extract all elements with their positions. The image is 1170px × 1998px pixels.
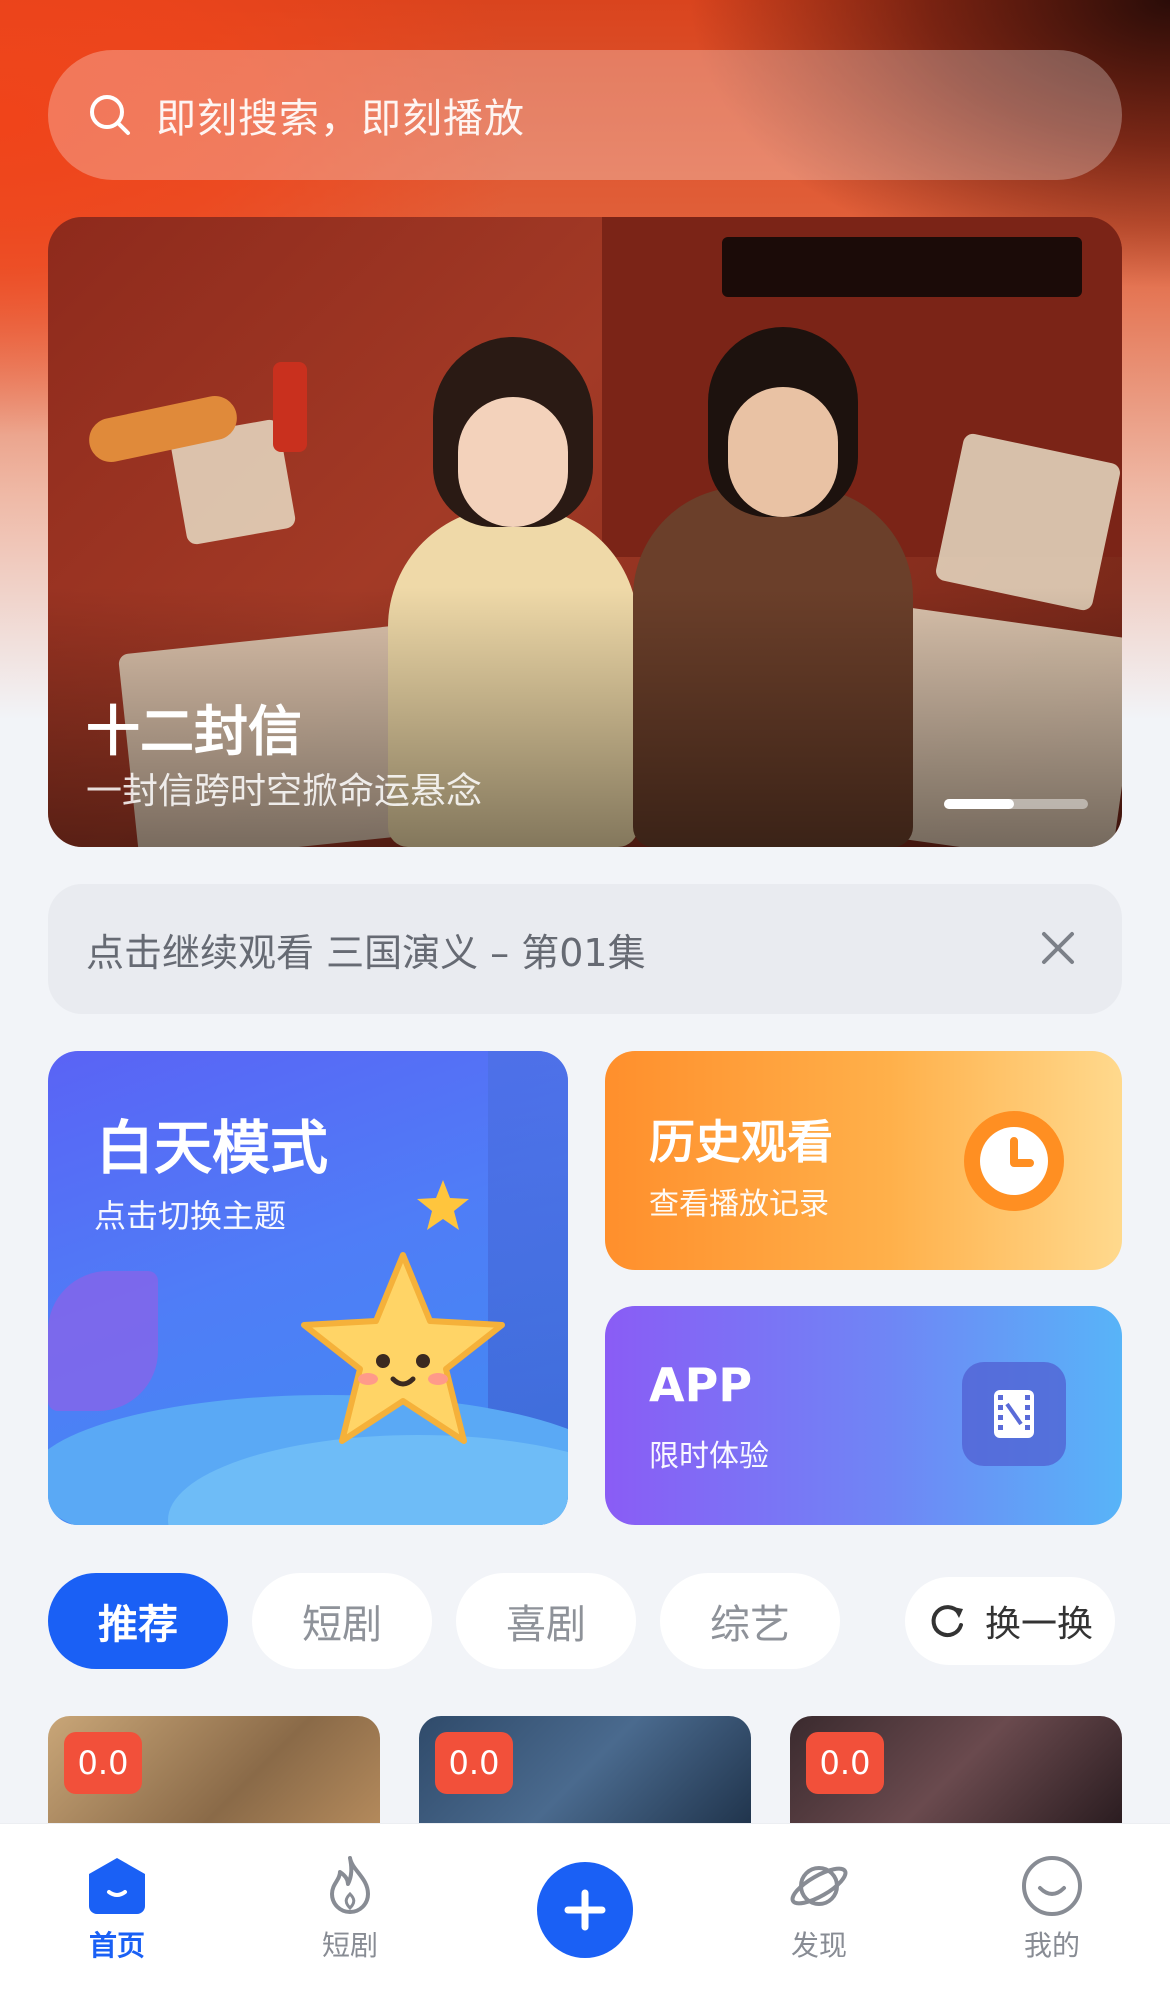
app-card-title: APP <box>649 1358 753 1412</box>
tabbar-profile[interactable]: 我的 <box>992 1854 1112 1964</box>
banner-title: 十二封信 <box>86 700 302 763</box>
category-tabs: 推荐 短剧 喜剧 综艺 换一换 <box>48 1573 1122 1669</box>
search-bar[interactable]: 即刻搜索，即刻播放 <box>48 50 1122 180</box>
score-badge: 0.0 <box>64 1732 142 1794</box>
tab-variety[interactable]: 综艺 <box>660 1573 840 1669</box>
tab-short-drama[interactable]: 短剧 <box>252 1573 432 1669</box>
tab-recommend[interactable]: 推荐 <box>48 1573 228 1669</box>
tab-comedy[interactable]: 喜剧 <box>456 1573 636 1669</box>
banner-image-window <box>722 237 1082 297</box>
home-icon <box>89 1858 145 1914</box>
content-card[interactable]: 0.0 <box>419 1716 751 1826</box>
close-icon[interactable] <box>1034 924 1082 972</box>
history-card[interactable]: 历史观看 查看播放记录 <box>605 1051 1122 1270</box>
history-card-title: 历史观看 <box>649 1115 833 1169</box>
banner-image-paper <box>934 432 1122 612</box>
small-star-icon <box>417 1180 469 1230</box>
bottom-tab-bar: 首页 短剧 发现 我的 <box>0 1823 1170 1998</box>
theme-card-title: 白天模式 <box>96 1114 329 1182</box>
theme-card-subtitle: 点击切换主题 <box>94 1197 287 1235</box>
smile-icon <box>1022 1856 1082 1916</box>
hero-banner[interactable]: 十二封信 一封信跨时空掀命运悬念 <box>48 217 1122 847</box>
history-card-subtitle: 查看播放记录 <box>649 1187 829 1222</box>
tabbar-home-label: 首页 <box>88 1929 145 1962</box>
score-badge: 0.0 <box>435 1732 513 1794</box>
plus-button[interactable] <box>537 1862 633 1958</box>
content-card[interactable]: 0.0 <box>48 1716 380 1826</box>
refresh-label: 换一换 <box>985 1604 1094 1645</box>
tabbar-profile-label: 我的 <box>1023 1929 1080 1962</box>
leaf-decoration <box>48 1271 158 1411</box>
app-card-subtitle: 限时体验 <box>649 1439 769 1474</box>
banner-image-postbox <box>273 362 307 452</box>
refresh-icon <box>931 1605 963 1638</box>
banner-subtitle: 一封信跨时空掀命运悬念 <box>86 771 483 812</box>
banner-image-figure <box>458 397 568 527</box>
score-badge: 0.0 <box>806 1732 884 1794</box>
search-icon <box>90 95 130 135</box>
search-placeholder: 即刻搜索，即刻播放 <box>156 96 525 142</box>
film-icon-container <box>962 1362 1066 1466</box>
flame-icon <box>330 1856 370 1914</box>
tabbar-home[interactable]: 首页 <box>57 1854 177 1964</box>
banner-pagination <box>944 799 1088 809</box>
content-grid: 0.0 0.0 0.0 <box>48 1716 1122 1826</box>
banner-pagination-active <box>944 799 1014 809</box>
continue-watching-bar[interactable]: 点击继续观看 三国演义 – 第01集 <box>48 884 1122 1014</box>
banner-image-figure <box>728 387 838 517</box>
star-mascot-icon <box>301 1252 505 1444</box>
tabbar-discover[interactable]: 发现 <box>759 1854 879 1964</box>
clock-icon <box>964 1111 1064 1211</box>
refresh-button[interactable]: 换一换 <box>905 1577 1115 1665</box>
app-card[interactable]: APP 限时体验 <box>605 1306 1122 1525</box>
tabbar-short-drama-label: 短剧 <box>321 1929 378 1962</box>
content-card[interactable]: 0.0 <box>790 1716 1122 1826</box>
planet-icon <box>790 1866 848 1906</box>
plus-icon <box>564 1889 606 1931</box>
tabbar-short-drama[interactable]: 短剧 <box>290 1854 410 1964</box>
theme-mode-card[interactable]: 白天模式 点击切换主题 <box>48 1051 568 1525</box>
continue-watching-text: 点击继续观看 三国演义 – 第01集 <box>86 930 646 975</box>
tabbar-discover-label: 发现 <box>790 1929 847 1962</box>
film-icon <box>994 1390 1034 1438</box>
